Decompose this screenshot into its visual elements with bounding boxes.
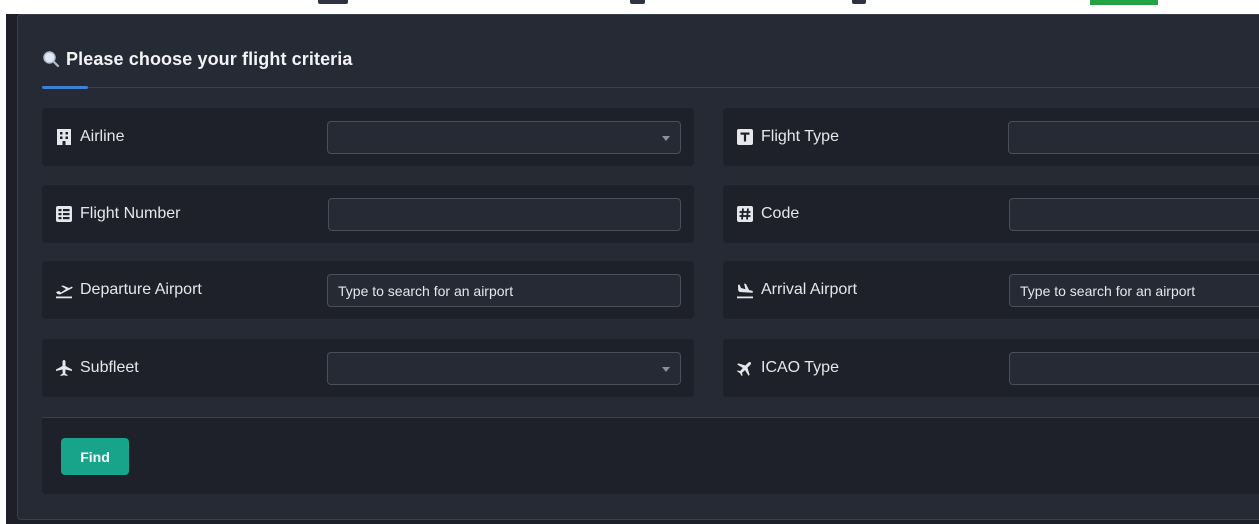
header-accent-bar bbox=[42, 86, 88, 89]
arrival-airport-input[interactable]: Type to search for an airport bbox=[1009, 274, 1259, 307]
icao-type-input[interactable] bbox=[1009, 352, 1259, 385]
plane-arrival-icon bbox=[736, 281, 754, 299]
page-title: Please choose your flight criteria bbox=[66, 48, 353, 69]
flight-search-card: Please choose your flight criteria Airli… bbox=[17, 14, 1259, 520]
flight-number-row: Flight Number bbox=[42, 185, 694, 243]
status-chip bbox=[1090, 0, 1158, 5]
plane-icon bbox=[55, 359, 73, 377]
code-input[interactable] bbox=[1009, 198, 1259, 231]
top-strip bbox=[0, 0, 1259, 14]
hash-icon bbox=[736, 205, 754, 223]
subfleet-select[interactable] bbox=[327, 352, 681, 385]
text-fragment bbox=[852, 0, 866, 4]
code-label: Code bbox=[736, 185, 799, 243]
arrival-airport-row: Arrival Airport Type to search for an ai… bbox=[723, 261, 1259, 319]
page-edge bbox=[0, 0, 6, 524]
subfleet-label: Subfleet bbox=[55, 339, 139, 397]
plane-up-icon bbox=[736, 359, 754, 377]
flight-type-label: Flight Type bbox=[736, 108, 839, 166]
text-fragment bbox=[630, 0, 645, 4]
building-icon bbox=[55, 128, 73, 146]
chevron-down-icon bbox=[662, 367, 670, 372]
flight-number-label: Flight Number bbox=[55, 185, 180, 243]
flight-type-row: Flight Type bbox=[723, 108, 1259, 166]
icao-type-label: ICAO Type bbox=[736, 339, 839, 397]
departure-airport-row: Departure Airport Type to search for an … bbox=[42, 261, 694, 319]
search-icon bbox=[42, 50, 60, 68]
departure-airport-label: Departure Airport bbox=[55, 261, 202, 319]
form-actions: Find bbox=[42, 418, 1259, 494]
airline-label: Airline bbox=[55, 108, 124, 166]
chevron-down-icon bbox=[662, 136, 670, 141]
departure-airport-input[interactable]: Type to search for an airport bbox=[327, 274, 681, 307]
code-label-text: Code bbox=[761, 205, 800, 222]
card-header: Please choose your flight criteria bbox=[42, 43, 353, 75]
header-divider bbox=[42, 87, 1259, 88]
airline-select[interactable] bbox=[327, 121, 681, 154]
airline-label-text: Airline bbox=[80, 128, 125, 145]
plane-departure-icon bbox=[55, 281, 73, 299]
find-button[interactable]: Find bbox=[61, 438, 129, 475]
text-fragment bbox=[318, 0, 348, 4]
flight-number-input[interactable] bbox=[328, 198, 681, 231]
code-row: Code bbox=[723, 185, 1259, 243]
subfleet-label-text: Subfleet bbox=[80, 359, 139, 376]
flight-type-input[interactable] bbox=[1008, 121, 1259, 154]
departure-airport-label-text: Departure Airport bbox=[80, 281, 202, 298]
arrival-airport-placeholder: Type to search for an airport bbox=[1020, 282, 1196, 299]
flight-number-label-text: Flight Number bbox=[80, 205, 181, 222]
airline-row: Airline bbox=[42, 108, 694, 166]
arrival-airport-label-text: Arrival Airport bbox=[761, 281, 858, 298]
icao-type-row: ICAO Type bbox=[723, 339, 1259, 397]
type-icon bbox=[736, 128, 754, 146]
list-icon bbox=[55, 205, 73, 223]
departure-airport-placeholder: Type to search for an airport bbox=[338, 282, 514, 299]
subfleet-row: Subfleet bbox=[42, 339, 694, 397]
flight-type-label-text: Flight Type bbox=[761, 128, 839, 145]
arrival-airport-label: Arrival Airport bbox=[736, 261, 857, 319]
icao-type-label-text: ICAO Type bbox=[761, 359, 839, 376]
